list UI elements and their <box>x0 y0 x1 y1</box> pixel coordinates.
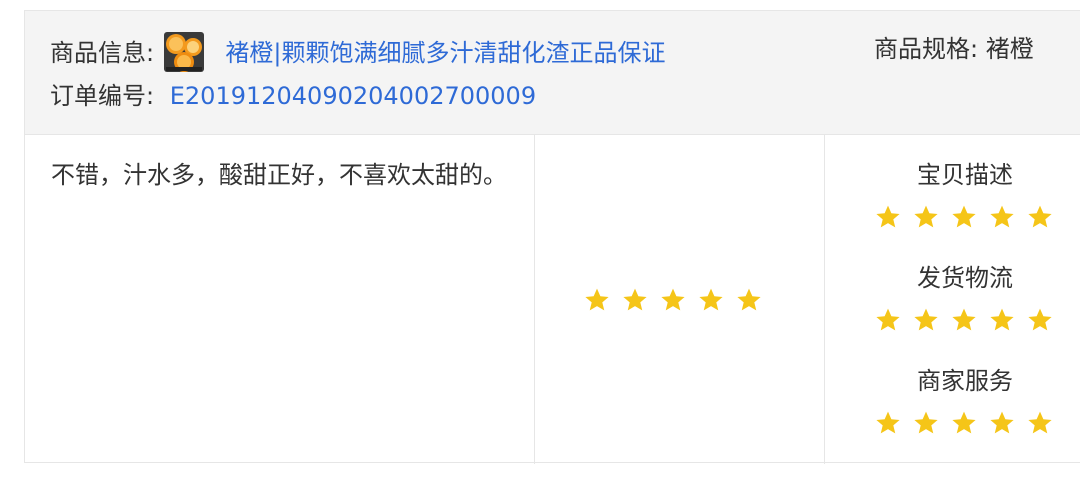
order-header: 商品信息: 褚橙|颗颗饱满细腻多汁清甜化渣正品保证 商品规格: 褚橙 订单编号:… <box>25 11 1080 135</box>
star-icon <box>990 411 1014 434</box>
star-icon <box>876 411 900 434</box>
comment-column: 不错，汁水多，酸甜正好，不喜欢太甜的。 <box>25 135 535 464</box>
overall-rating-column <box>535 135 825 464</box>
review-card: 商品信息: 褚橙|颗颗饱满细腻多汁清甜化渣正品保证 商品规格: 褚橙 订单编号:… <box>24 10 1080 464</box>
star-icon <box>585 288 609 311</box>
star-icon <box>1028 411 1052 434</box>
star-icon <box>952 205 976 228</box>
star-icon <box>876 308 900 331</box>
overall-rating-stars <box>584 287 762 313</box>
score-service-label: 商家服务 <box>917 367 1013 395</box>
product-spec-value: 褚橙 <box>985 35 1034 63</box>
score-logistics-label: 发货物流 <box>917 264 1013 292</box>
product-name-link[interactable]: 褚橙|颗颗饱满细腻多汁清甜化渣正品保证 <box>225 39 665 67</box>
star-icon <box>990 308 1014 331</box>
product-info-row: 商品信息: 褚橙|颗颗饱满细腻多汁清甜化渣正品保证 <box>50 32 665 74</box>
star-icon <box>914 205 938 228</box>
product-spec-label: 商品规格: <box>874 35 979 63</box>
star-icon <box>952 308 976 331</box>
score-logistics: 发货物流 <box>875 263 1055 333</box>
product-spec-row: 商品规格: 褚橙 <box>874 34 1034 64</box>
order-number-label: 订单编号: <box>50 82 155 110</box>
star-icon <box>876 205 900 228</box>
star-icon <box>1028 308 1052 331</box>
star-icon <box>914 411 938 434</box>
star-icon <box>623 288 647 311</box>
score-description: 宝贝描述 <box>875 160 1055 230</box>
order-number-link[interactable]: E20191204090204002700009 <box>170 82 536 110</box>
star-icon <box>1028 205 1052 228</box>
product-thumbnail[interactable] <box>163 32 204 72</box>
star-icon <box>914 308 938 331</box>
store-scores-column: 宝贝描述 发货物流 商家服务 <box>825 135 1080 464</box>
star-icon <box>737 288 761 311</box>
star-icon <box>952 411 976 434</box>
star-icon <box>990 205 1014 228</box>
star-icon <box>661 288 685 311</box>
order-number-row: 订单编号: E20191204090204002700009 <box>50 81 536 111</box>
score-description-label: 宝贝描述 <box>917 161 1013 189</box>
orange-thumbnail-image <box>163 32 204 72</box>
score-service: 商家服务 <box>875 366 1055 436</box>
review-comment-text: 不错，汁水多，酸甜正好，不喜欢太甜的。 <box>51 161 507 189</box>
product-info-label: 商品信息: <box>50 39 155 67</box>
score-description-stars <box>875 204 1055 230</box>
review-body: 不错，汁水多，酸甜正好，不喜欢太甜的。 宝贝描述 发货物流 商家服务 <box>25 135 1080 464</box>
score-logistics-stars <box>875 307 1055 333</box>
score-service-stars <box>875 410 1055 436</box>
star-icon <box>699 288 723 311</box>
